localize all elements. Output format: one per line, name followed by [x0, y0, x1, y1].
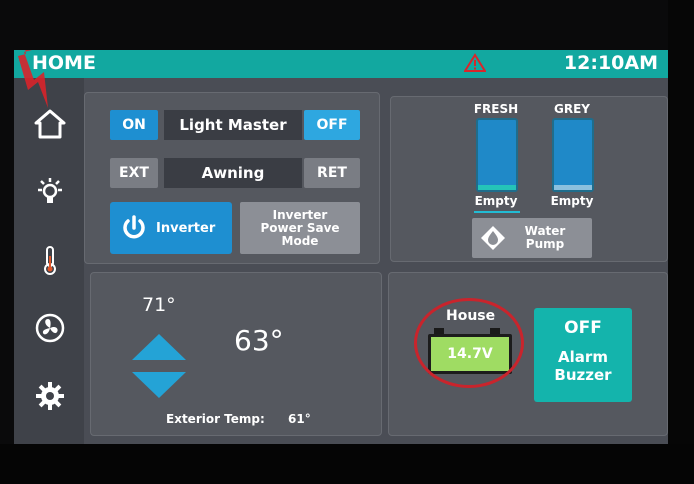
alarm-label: Alarm Buzzer — [554, 348, 612, 384]
inverter-button[interactable]: Inverter — [110, 202, 232, 254]
fresh-tank-selected-indicator — [474, 211, 520, 213]
light-master-label: Light Master — [164, 110, 302, 140]
fresh-tank-status: Empty — [474, 194, 518, 208]
bezel-top — [0, 0, 694, 50]
thermometer-icon[interactable] — [34, 244, 66, 276]
bezel-bottom — [0, 444, 694, 484]
sidebar — [14, 78, 84, 444]
grey-tank-status: Empty — [550, 194, 594, 208]
inverter-power-save-button[interactable]: Inverter Power Save Mode — [240, 202, 360, 254]
water-pump-button[interactable]: Water Pump — [472, 218, 592, 258]
home-icon[interactable] — [34, 108, 66, 140]
header-bar: HOME 12:10AM — [14, 50, 668, 78]
grey-tank-gauge[interactable] — [552, 118, 594, 192]
grey-tank-label: GREY — [554, 102, 590, 116]
light-master-on-button[interactable]: ON — [110, 110, 158, 140]
awning-retract-button[interactable]: RET — [304, 158, 360, 188]
clock-time: 12:10AM — [563, 52, 658, 74]
annotation-circle — [414, 298, 524, 388]
grey-tank-level — [554, 185, 592, 190]
interior-temperature: 63° — [234, 324, 284, 357]
temperature-up-arrow-icon[interactable] — [132, 334, 186, 360]
exterior-temp-value: 61° — [288, 412, 311, 426]
annotation-arrow — [18, 50, 48, 108]
touch-screen: HOME 12:10AM ON Light Master OFF EXT Awn… — [14, 50, 668, 444]
gear-icon[interactable] — [34, 380, 66, 412]
bezel-right — [668, 0, 694, 484]
awning-label: Awning — [164, 158, 302, 188]
bezel-left — [0, 0, 14, 484]
water-pump-label: Water Pump — [524, 224, 566, 251]
light-master-off-button[interactable]: OFF — [304, 110, 360, 140]
inverter-label: Inverter — [156, 220, 216, 236]
fresh-tank-label: FRESH — [473, 102, 519, 116]
fan-icon[interactable] — [34, 312, 66, 344]
fresh-tank-level — [478, 185, 516, 190]
setpoint-temperature: 71° — [142, 294, 176, 316]
temperature-down-arrow-icon[interactable] — [132, 372, 186, 398]
lightbulb-icon[interactable] — [34, 176, 66, 208]
alarm-buzzer-button[interactable]: OFF Alarm Buzzer — [534, 308, 632, 402]
power-icon — [123, 215, 145, 239]
warning-triangle-icon[interactable] — [464, 53, 486, 73]
awning-extend-button[interactable]: EXT — [110, 158, 158, 188]
exterior-temp-label: Exterior Temp: — [166, 412, 265, 426]
fresh-tank-gauge[interactable] — [476, 118, 518, 192]
alarm-state: OFF — [564, 318, 602, 338]
water-pump-icon — [481, 226, 505, 250]
